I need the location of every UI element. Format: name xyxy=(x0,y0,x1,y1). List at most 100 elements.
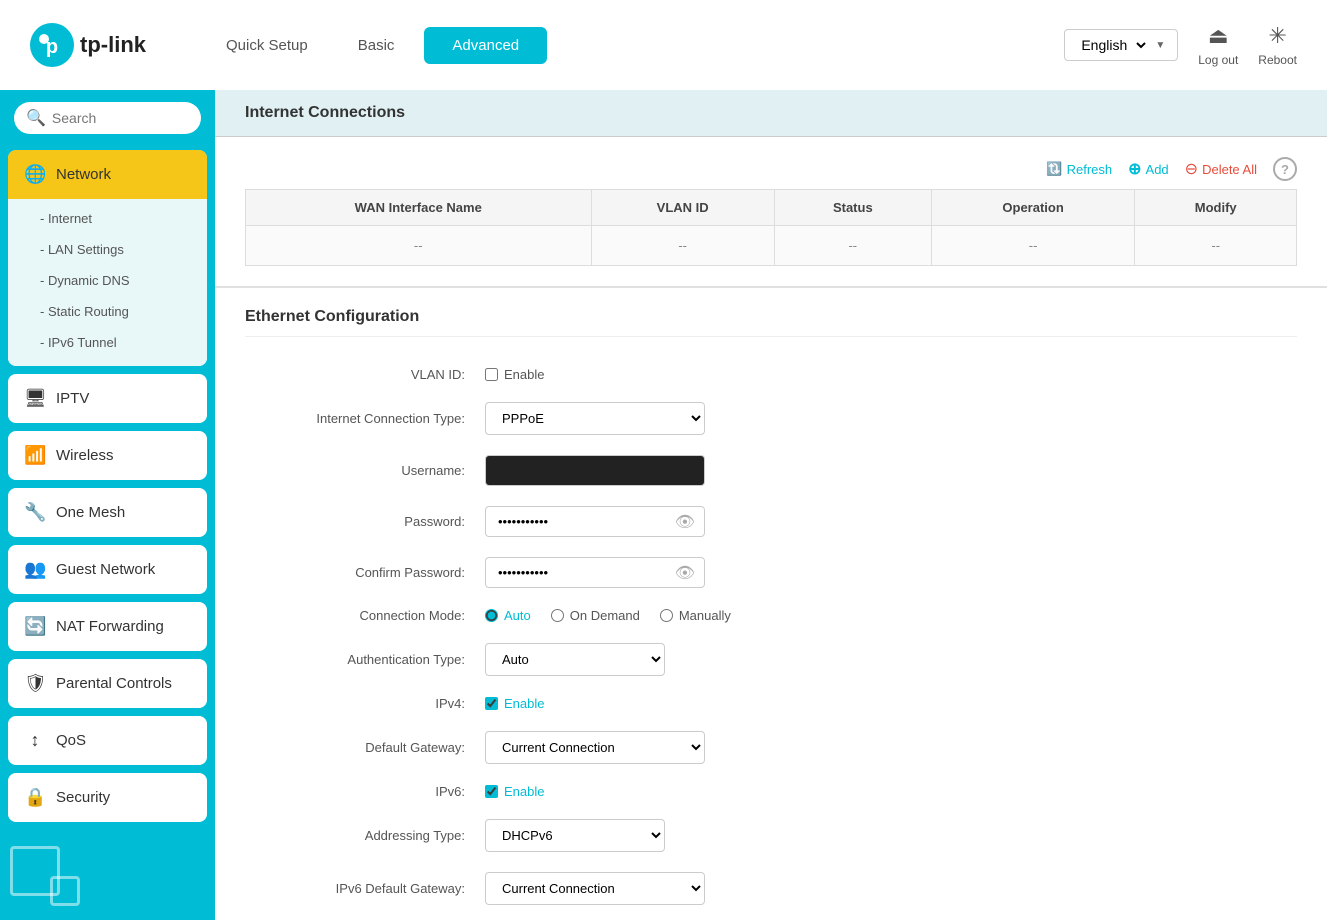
confirm-password-input[interactable] xyxy=(485,557,705,588)
password-input[interactable] xyxy=(485,506,705,537)
sidebar-item-nat-forwarding[interactable]: 🔄 NAT Forwarding xyxy=(8,602,207,651)
sidebar-sub-ddns[interactable]: - Dynamic DNS xyxy=(8,265,207,296)
mode-ondemand-radio[interactable] xyxy=(551,609,564,622)
ipv6-gateway-control: Current Connection xyxy=(485,872,1297,905)
sidebar-sub-lan[interactable]: - LAN Settings xyxy=(8,234,207,265)
mode-auto-label[interactable]: Auto xyxy=(485,608,531,623)
language-dropdown[interactable]: English Chinese French xyxy=(1077,36,1149,54)
password-control: 👁 xyxy=(485,506,1297,537)
logo: p tp-link xyxy=(30,23,146,67)
sidebar-sub-internet[interactable]: - Internet xyxy=(8,203,207,234)
ipv4-enable-label[interactable]: Enable xyxy=(485,696,544,711)
table-actions: 🔃 Refresh ⊕ Add ⊖ Delete All ? xyxy=(245,157,1297,181)
sidebar-item-network[interactable]: 🌐 Network xyxy=(8,150,207,199)
sidebar-item-qos[interactable]: ↕ QoS xyxy=(8,716,207,765)
decorative-squares xyxy=(0,836,215,916)
confirm-password-label: Confirm Password: xyxy=(245,565,465,580)
addressing-type-select[interactable]: DHCPv6 SLAAC Static xyxy=(485,819,665,852)
top-navigation: p tp-link Quick Setup Basic Advanced Eng… xyxy=(0,0,1327,90)
delete-icon: ⊖ xyxy=(1185,159,1198,179)
username-control xyxy=(485,455,1297,486)
cell-modify: -- xyxy=(1135,226,1297,266)
nav-right: English Chinese French ▼ ⏏ Log out ✳ Reb… xyxy=(1064,23,1297,67)
default-gateway-select[interactable]: Current Connection xyxy=(485,731,705,764)
sidebar-item-onemesh[interactable]: 🔧 One Mesh xyxy=(8,488,207,537)
delete-all-button[interactable]: ⊖ Delete All xyxy=(1185,159,1257,179)
password-row: Password: 👁 xyxy=(245,496,1297,547)
nav-basic[interactable]: Basic xyxy=(338,29,415,62)
connection-type-control: PPPoE Dynamic IP Static IP L2TP PPTP xyxy=(485,402,1297,435)
help-button[interactable]: ? xyxy=(1273,157,1297,181)
ipv6-enable-checkbox[interactable] xyxy=(485,785,498,798)
language-selector[interactable]: English Chinese French ▼ xyxy=(1064,29,1178,61)
cell-status: -- xyxy=(774,226,931,266)
auth-type-label: Authentication Type: xyxy=(245,652,465,667)
default-gateway-row: Default Gateway: Current Connection xyxy=(245,721,1297,774)
connection-mode-label: Connection Mode: xyxy=(245,608,465,623)
search-icon: 🔍 xyxy=(26,108,46,128)
auth-type-select[interactable]: Auto PAP CHAP xyxy=(485,643,665,676)
vlan-id-row: VLAN ID: Enable xyxy=(245,357,1297,392)
mode-manually-label[interactable]: Manually xyxy=(660,608,731,623)
ipv4-label: IPv4: xyxy=(245,696,465,711)
password-toggle-icon[interactable]: 👁 xyxy=(675,512,695,532)
table-row: -- -- -- -- -- xyxy=(246,226,1297,266)
main-layout: 🔍 🌐 Network - Internet - LAN Settings - … xyxy=(0,90,1327,920)
advanced-row[interactable]: ▾ Advanced xyxy=(245,915,1297,920)
ipv4-enable-checkbox[interactable] xyxy=(485,697,498,710)
nav-advanced[interactable]: Advanced xyxy=(424,27,547,64)
sidebar-item-wireless[interactable]: 📶 Wireless xyxy=(8,431,207,480)
sidebar-sub-ipv6-tunnel[interactable]: - IPv6 Tunnel xyxy=(8,327,207,358)
reboot-button[interactable]: ✳ Reboot xyxy=(1258,23,1297,67)
sidebar-item-iptv[interactable]: 🖥 IPTV xyxy=(8,374,207,423)
add-button[interactable]: ⊕ Add xyxy=(1128,159,1169,179)
connection-mode-row: Connection Mode: Auto On Demand xyxy=(245,598,1297,633)
ipv6-gateway-select[interactable]: Current Connection xyxy=(485,872,705,905)
ipv4-control: Enable xyxy=(485,696,1297,711)
mode-ondemand-label[interactable]: On Demand xyxy=(551,608,640,623)
sidebar-item-parental-controls[interactable]: 🛡 Parental Controls xyxy=(8,659,207,708)
vlan-enable-checkbox[interactable] xyxy=(485,368,498,381)
onemesh-icon: 🔧 xyxy=(24,502,46,523)
auth-type-row: Authentication Type: Auto PAP CHAP xyxy=(245,633,1297,686)
sidebar-sub-static-routing[interactable]: - Static Routing xyxy=(8,296,207,327)
default-gateway-control: Current Connection xyxy=(485,731,1297,764)
sidebar-item-guest-network[interactable]: 👥 Guest Network xyxy=(8,545,207,594)
iptv-icon: 🖥 xyxy=(24,388,46,409)
col-modify: Modify xyxy=(1135,190,1297,226)
internet-connections-table: WAN Interface Name VLAN ID Status Operat… xyxy=(245,189,1297,266)
refresh-button[interactable]: 🔃 Refresh xyxy=(1046,161,1112,177)
wireless-icon: 📶 xyxy=(24,445,46,466)
username-input[interactable] xyxy=(485,455,705,486)
addressing-type-label: Addressing Type: xyxy=(245,828,465,843)
sidebar-sub-network: - Internet - LAN Settings - Dynamic DNS … xyxy=(8,199,207,366)
guest-icon: 👥 xyxy=(24,559,46,580)
ipv6-label: IPv6: xyxy=(245,784,465,799)
col-vlan-id: VLAN ID xyxy=(591,190,774,226)
connection-type-select[interactable]: PPPoE Dynamic IP Static IP L2TP PPTP xyxy=(485,402,705,435)
search-box[interactable]: 🔍 xyxy=(14,102,201,134)
nav-links: Quick Setup Basic Advanced xyxy=(206,27,1064,64)
internet-connections-section: 🔃 Refresh ⊕ Add ⊖ Delete All ? xyxy=(215,137,1327,286)
mode-auto-radio[interactable] xyxy=(485,609,498,622)
ipv6-enable-label[interactable]: Enable xyxy=(485,784,544,799)
ipv4-row: IPv4: Enable xyxy=(245,686,1297,721)
confirm-password-control: 👁 xyxy=(485,557,1297,588)
confirm-password-row: Confirm Password: 👁 xyxy=(245,547,1297,598)
addressing-type-control: DHCPv6 SLAAC Static xyxy=(485,819,1297,852)
search-input[interactable] xyxy=(52,110,189,126)
qos-icon: ↕ xyxy=(24,730,46,751)
sidebar-item-security[interactable]: 🔒 Security xyxy=(8,773,207,822)
mode-manually-radio[interactable] xyxy=(660,609,673,622)
confirm-password-toggle-icon[interactable]: 👁 xyxy=(675,563,695,583)
sidebar: 🔍 🌐 Network - Internet - LAN Settings - … xyxy=(0,90,215,920)
refresh-icon: 🔃 xyxy=(1046,161,1062,177)
password-label: Password: xyxy=(245,514,465,529)
connection-type-label: Internet Connection Type: xyxy=(245,411,465,426)
ethernet-config-section: Ethernet Configuration VLAN ID: Enable I… xyxy=(215,286,1327,920)
vlan-id-label: VLAN ID: xyxy=(245,367,465,382)
logout-button[interactable]: ⏏ Log out xyxy=(1198,23,1238,67)
nav-quick-setup[interactable]: Quick Setup xyxy=(206,29,328,62)
vlan-enable-checkbox-label[interactable]: Enable xyxy=(485,367,544,382)
nat-icon: 🔄 xyxy=(24,616,46,637)
